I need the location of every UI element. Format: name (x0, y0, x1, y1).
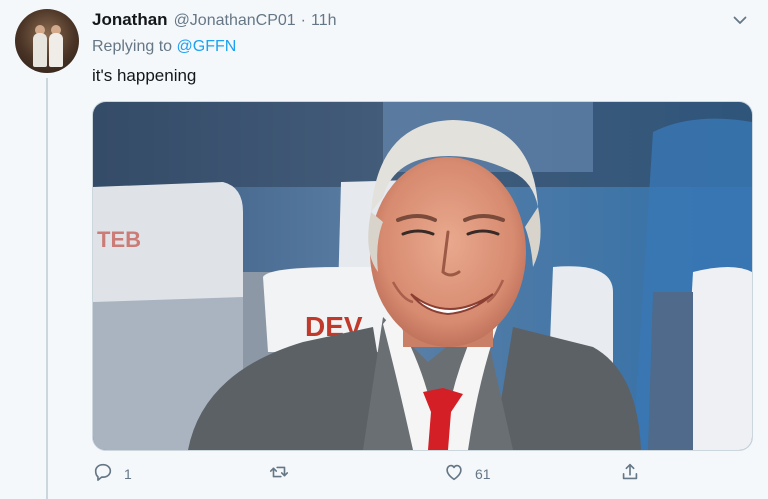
like-button[interactable]: 61 (443, 458, 491, 490)
share-icon (619, 461, 641, 488)
reply-button[interactable]: 1 (92, 458, 132, 490)
share-button[interactable] (619, 458, 641, 490)
replying-to: Replying to @GFFN (92, 38, 236, 56)
tweet-photo[interactable]: TEB DEV (92, 101, 753, 451)
action-bar: 1 61 (92, 458, 652, 490)
author-name[interactable]: Jonathan (92, 10, 168, 30)
retweet-button[interactable] (268, 458, 300, 490)
chevron-down-icon[interactable] (732, 12, 748, 28)
retweet-icon (268, 461, 290, 488)
thread-line (46, 78, 48, 499)
comment-icon (92, 461, 114, 488)
svg-text:TEB: TEB (97, 227, 141, 252)
separator-dot: · (300, 12, 306, 29)
like-count: 61 (475, 466, 491, 482)
avatar-figure (49, 33, 63, 67)
avatar-figure (33, 33, 47, 67)
author-handle[interactable]: @JonathanCP01 (174, 12, 296, 30)
replying-prefix: Replying to (92, 38, 173, 55)
timestamp[interactable]: 11h (311, 12, 337, 30)
tweet-header: Jonathan @JonathanCP01 · 11h (92, 10, 337, 32)
photo-illustration: TEB DEV (93, 102, 752, 450)
mention-link[interactable]: @GFFN (177, 38, 237, 55)
reply-count: 1 (124, 466, 132, 482)
tweet-text: it's happening (92, 66, 197, 85)
heart-icon (443, 461, 465, 488)
avatar[interactable] (15, 9, 79, 73)
